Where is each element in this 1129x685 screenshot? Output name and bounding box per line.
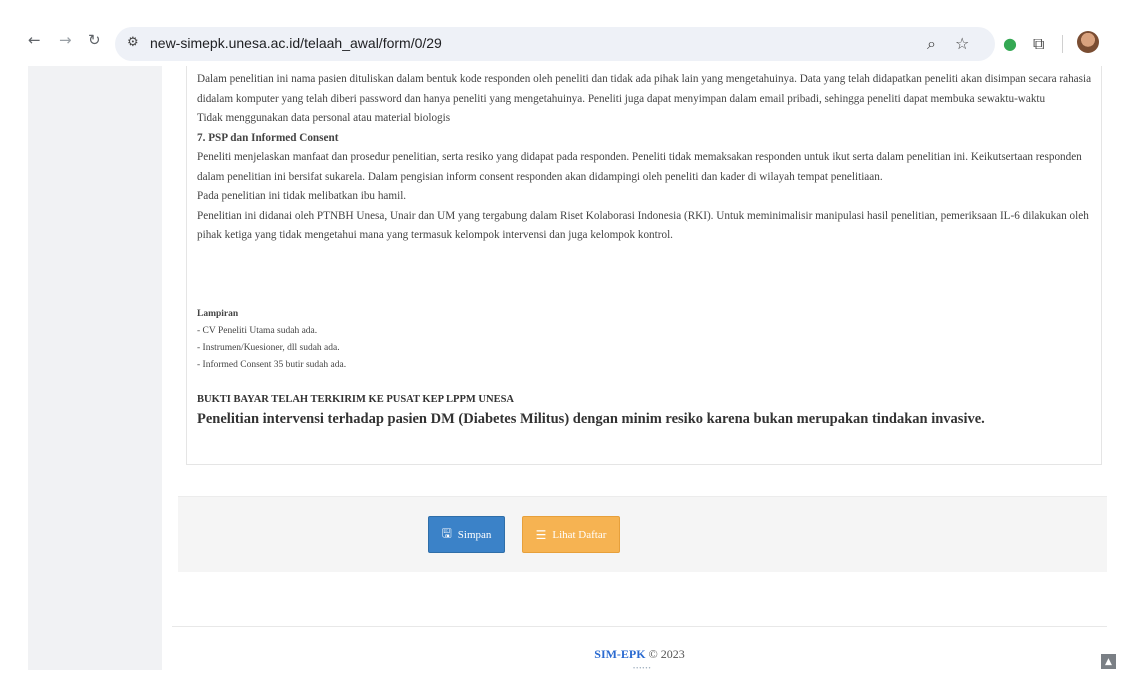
save-button[interactable]: 🖫 Simpan xyxy=(428,516,505,553)
lampiran-item: - Informed Consent 35 butir sudah ada. xyxy=(197,360,347,370)
url-text[interactable]: new-simepk.unesa.ac.id/telaah_awal/form/… xyxy=(150,35,442,51)
zoom-icon[interactable]: ⌕ xyxy=(927,34,936,54)
review-panel: Dalam penelitian ini nama pasien ditulis… xyxy=(186,66,1102,465)
review-text: Dalam penelitian ini nama pasien ditulis… xyxy=(197,70,1097,246)
paragraph-no-personal-data: Tidak menggunakan data personal atau mat… xyxy=(197,112,451,124)
back-icon[interactable]: ← xyxy=(28,30,41,50)
profile-avatar[interactable] xyxy=(1077,31,1099,53)
sidebar-area xyxy=(28,66,162,670)
main-content: Dalam penelitian ini nama pasien ditulis… xyxy=(162,66,1107,672)
payment-proof-note: BUKTI BAYAR TELAH TERKIRIM KE PUSAT KEP … xyxy=(197,394,515,405)
action-bar: 🖫 Simpan ☰ Lihat Daftar xyxy=(178,496,1107,572)
lampiran-title: Lampiran xyxy=(197,309,239,319)
view-list-button-label: Lihat Daftar xyxy=(552,528,607,541)
paragraph-psp: Peneliti menjelaskan manfaat dan prosedu… xyxy=(197,151,1082,183)
view-list-button[interactable]: ☰ Lihat Daftar xyxy=(522,516,620,553)
address-bar[interactable]: ⚙ new-simepk.unesa.ac.id/telaah_awal/for… xyxy=(115,27,995,61)
bookmark-star-icon[interactable]: ☆ xyxy=(955,34,969,53)
paragraph-funding: Penelitian ini didanai oleh PTNBH Unesa,… xyxy=(197,209,1089,242)
save-button-label: Simpan xyxy=(457,528,492,541)
copyright-year: © 2023 xyxy=(648,647,685,661)
site-settings-icon[interactable]: ⚙ xyxy=(127,35,139,50)
forward-icon[interactable]: → xyxy=(59,30,72,50)
summary-statement: Penelitian intervensi terhadap pasien DM… xyxy=(197,411,985,427)
reload-icon[interactable]: ↻ xyxy=(88,30,101,50)
lampiran-item: - Instrumen/Kuesioner, dll sudah ada. xyxy=(197,343,340,353)
scroll-to-top-icon[interactable]: ▲ xyxy=(1101,654,1116,669)
footer-divider xyxy=(172,626,1107,627)
save-icon: 🖫 xyxy=(441,526,452,540)
toolbar-divider xyxy=(1062,35,1063,53)
footer-decoration: •••••• xyxy=(633,666,652,672)
section-heading-psp: 7. PSP dan Informed Consent xyxy=(197,131,339,144)
lampiran-item: - CV Peneliti Utama sudah ada. xyxy=(197,326,318,336)
paragraph-no-pregnant: Pada penelitian ini tidak melibatkan ibu… xyxy=(197,190,407,202)
footer-brand-link[interactable]: SIM-EPK xyxy=(594,647,645,661)
extension-eye-icon[interactable]: ● xyxy=(1003,34,1017,53)
browser-toolbar: ← → ↻ ⚙ new-simepk.unesa.ac.id/telaah_aw… xyxy=(0,0,1129,66)
list-icon: ☰ xyxy=(535,527,547,542)
paragraph-confidentiality: Dalam penelitian ini nama pasien ditulis… xyxy=(197,73,1092,105)
lampiran-section: Lampiran - CV Peneliti Utama sudah ada. … xyxy=(197,306,797,374)
copyright: SIM-EPK © 2023 xyxy=(162,647,1117,662)
extensions-puzzle-icon[interactable]: ⧉ xyxy=(1033,34,1044,54)
